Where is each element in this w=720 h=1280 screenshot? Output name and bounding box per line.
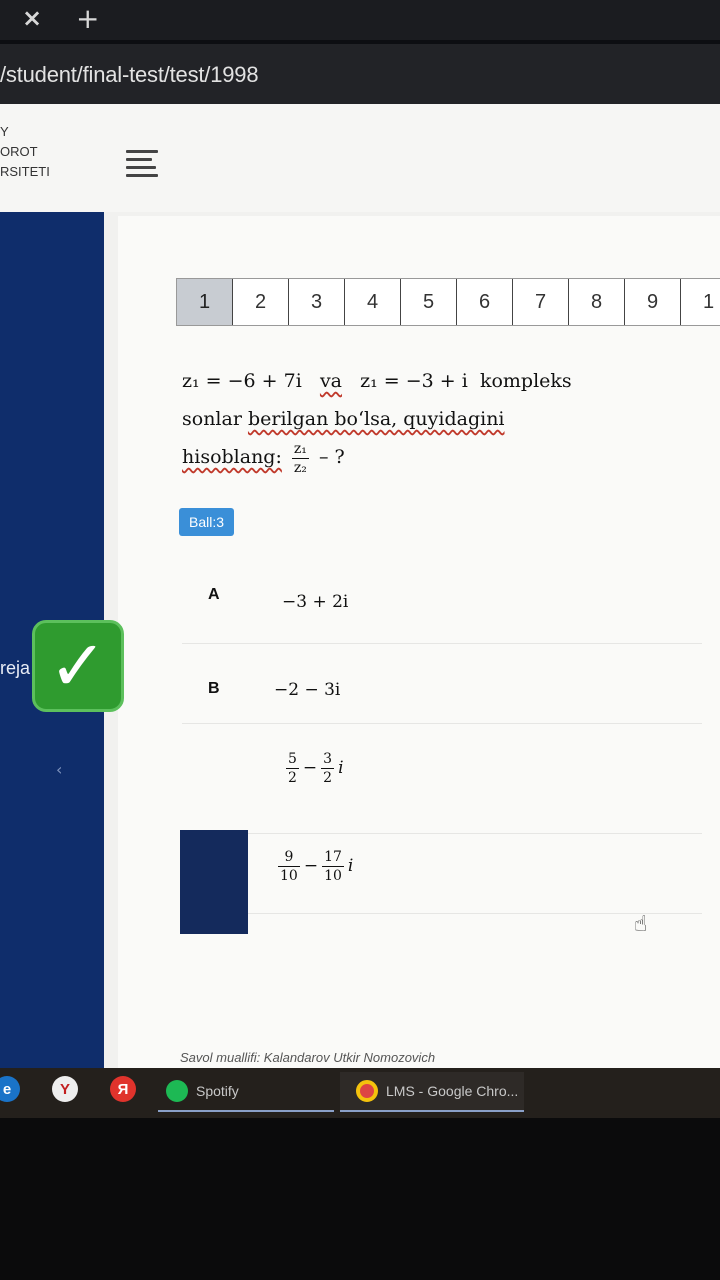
page-header: Y OROT RSITETI (0, 104, 720, 212)
score-badge: Ball:3 (179, 508, 235, 536)
question-line-2: sonlar berilgan bo‘lsa, quyidagini (182, 408, 505, 430)
answer-option-c[interactable]: 5 2−3 2 i (182, 724, 702, 834)
answer-option-b[interactable]: B −2 − 3i (182, 644, 702, 724)
question-tab-5[interactable]: 5 (401, 279, 457, 325)
yandex-icon[interactable]: Я (110, 1076, 136, 1102)
question-tab-8[interactable]: 8 (569, 279, 625, 325)
question-tab-7[interactable]: 7 (513, 279, 569, 325)
question-fraction: z₁ z₂ (291, 440, 309, 476)
answer-option-d[interactable]: D 910−1710i (182, 834, 702, 914)
test-content: 1 2 3 4 5 6 7 8 9 1 z₁ = −6 + 7i va z₁ =… (118, 216, 720, 1080)
url-text[interactable]: /student/final-test/test/1998 (0, 62, 259, 88)
lms-page: Y OROT RSITETI reja ‹ 1 2 3 4 5 6 7 8 9 (0, 104, 720, 1080)
question-tab-2[interactable]: 2 (233, 279, 289, 325)
option-value: −3 + 2i (282, 592, 349, 612)
browser-tabstrip: × + (0, 0, 720, 40)
yandex-browser-icon[interactable]: Y (52, 1076, 78, 1102)
university-logo-text: Y OROT RSITETI (0, 124, 50, 179)
question-tab-10[interactable]: 1 (681, 279, 720, 325)
option-value: 5 2−3 2 i (286, 751, 344, 786)
new-tab-icon[interactable]: + (76, 2, 99, 35)
question-tab-9[interactable]: 9 (625, 279, 681, 325)
screen: × + /student/final-test/test/1998 Y OROT… (0, 0, 720, 1280)
check-mark-icon: ✓ (32, 620, 124, 712)
option-letter: B (208, 680, 220, 697)
option-value: 9 10−17 10 i (278, 849, 354, 884)
question-tab-1[interactable]: 1 (177, 279, 233, 325)
question-navigation: 1 2 3 4 5 6 7 8 9 1 (176, 278, 720, 326)
chrome-icon (356, 1080, 378, 1102)
taskbar-chrome[interactable]: LMS - Google Chro... (340, 1072, 524, 1112)
menu-icon[interactable] (126, 150, 158, 178)
sidebar-item-reja[interactable]: reja (0, 658, 30, 679)
question-author: Savol muallifi: Kalandarov Utkir Nomozov… (180, 1050, 436, 1065)
taskbar-spotify[interactable]: Spotify (158, 1072, 334, 1112)
sidebar-collapse-icon[interactable]: ‹ (56, 760, 62, 779)
question-text: z₁ = −6 + 7i va z₁ = −3 + i kompleks son… (182, 362, 702, 477)
monitor-bezel (0, 1118, 720, 1280)
option-letter: A (208, 586, 220, 603)
answer-option-a[interactable]: A −3 + 2i (182, 564, 702, 644)
question-line-1: z₁ = −6 + 7i va z₁ = −3 + i kompleks (182, 370, 572, 392)
question-line-3: hisoblang: z₁ z₂ – ? (182, 440, 345, 476)
close-tab-icon[interactable]: × (22, 4, 42, 32)
spotify-icon (166, 1080, 188, 1102)
option-c-selected-box[interactable] (180, 830, 248, 934)
question-tab-3[interactable]: 3 (289, 279, 345, 325)
question-tab-6[interactable]: 6 (457, 279, 513, 325)
hand-cursor-icon: ☝ (634, 912, 648, 937)
question-tab-4[interactable]: 4 (345, 279, 401, 325)
option-value: −2 − 3i (274, 680, 341, 700)
